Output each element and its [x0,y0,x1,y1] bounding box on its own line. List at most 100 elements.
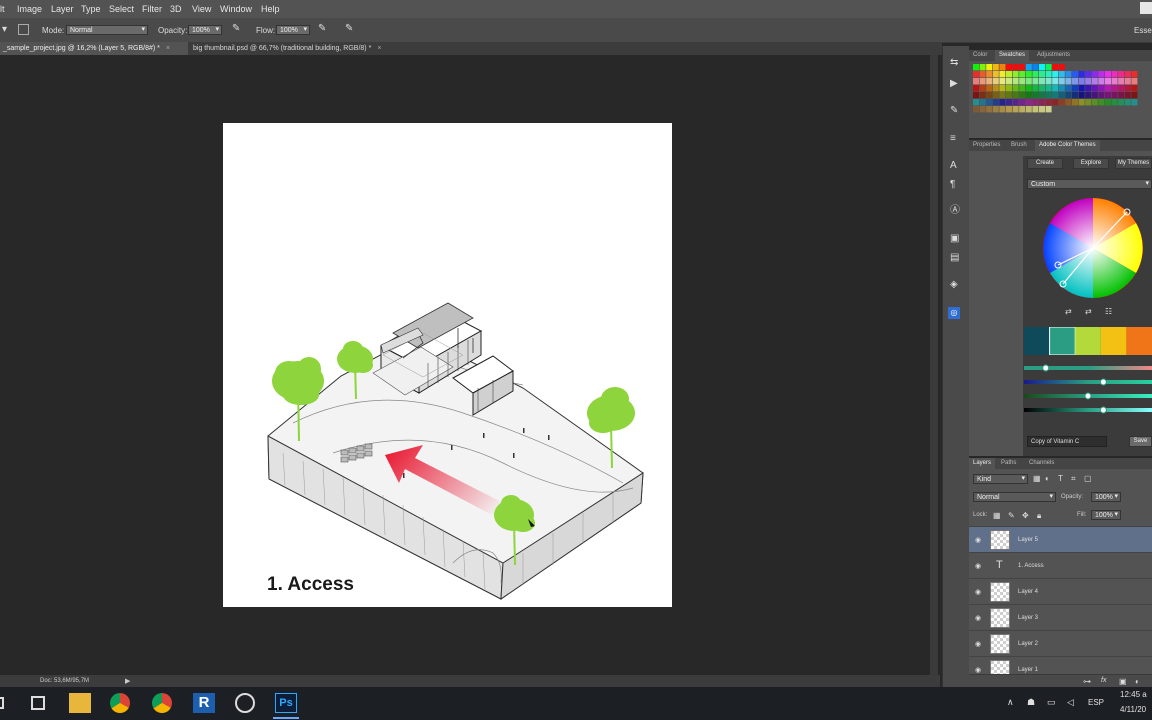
menu-help[interactable]: Help [261,4,280,14]
layer-name[interactable]: Layer 2 [1018,641,1038,647]
window-close-icon[interactable] [1140,2,1152,14]
tab-color[interactable]: Color [969,50,991,61]
menu-image[interactable]: Image [17,4,42,14]
filter-type-icon[interactable]: T [1058,474,1063,484]
canvas-scrollbar[interactable] [930,55,938,675]
subtab-explore[interactable]: Explore [1073,158,1109,169]
document-canvas[interactable]: 1. Access [223,123,672,607]
search-icon[interactable] [0,697,4,709]
obs-icon[interactable] [235,693,255,713]
glyphs-icon[interactable]: Ⓐ [950,206,960,216]
file-explorer-icon[interactable] [69,693,91,713]
chrome-icon[interactable] [110,693,130,713]
visibility-eye-icon[interactable]: ◉ [975,640,981,648]
tray-battery-icon[interactable]: ▭ [1047,697,1056,708]
layer-filter-kind[interactable]: Kind [973,474,1028,484]
mode-select[interactable]: Normal [66,25,148,35]
layer-row-layer-4[interactable]: ◉ Layer 4 [969,578,1152,604]
layer-name[interactable]: Layer 4 [1018,589,1038,595]
chrome-icon-2[interactable] [152,693,172,713]
layer-row-layer-1[interactable]: ◉ Layer 1 [969,656,1152,674]
tab-sample-project[interactable]: _sample_project.jpg @ 16,2% (Layer 5, RG… [0,42,188,55]
photoshop-icon[interactable]: Ps [275,693,297,713]
save-theme-button[interactable]: Save [1129,436,1152,447]
menu-3d[interactable]: 3D [170,4,182,14]
tab-adjustments[interactable]: Adjustments [1033,50,1074,61]
layer-opacity-field[interactable]: 100% [1091,492,1121,502]
layer-name[interactable]: Layer 3 [1018,615,1038,621]
tab-swatches[interactable]: Swatches [995,50,1030,61]
language-indicator[interactable]: ESP [1088,698,1104,707]
3d-icon[interactable]: ◈ [950,280,958,290]
subtab-my-themes[interactable]: My Themes [1115,158,1152,169]
harmony-icon[interactable]: ☷ [1105,307,1112,317]
clock-date[interactable]: 4/11/20 [1120,705,1146,714]
tray-volume-icon[interactable]: ◁ [1067,697,1074,708]
menu-window[interactable]: Window [220,4,252,14]
clock-time[interactable]: 12:45 a [1120,690,1147,699]
visibility-eye-icon[interactable]: ◉ [975,562,981,570]
theme-name-field[interactable]: Copy of Vitamin C [1027,436,1107,447]
menu-type[interactable]: Type [81,4,101,14]
close-icon[interactable]: × [377,45,381,52]
swap-left-icon[interactable]: ⇄ [1065,307,1072,317]
brush-tool-icon[interactable]: ▾ [2,25,7,35]
layer-row-layer-5[interactable]: ◉ Layer 5 [969,526,1152,552]
airbrush-icon[interactable]: ✎ [318,24,326,34]
flow-field[interactable]: 100% [276,25,310,35]
tray-network-icon[interactable]: ☗ [1027,697,1035,708]
visibility-eye-icon[interactable]: ◉ [975,614,981,622]
layer-name[interactable]: Layer 1 [1018,667,1038,673]
layer-name[interactable]: 1. Access [1018,563,1044,569]
extension-icon[interactable]: ◎ [948,307,960,319]
swap-right-icon[interactable]: ⇄ [1085,307,1092,317]
layer-row-1-access[interactable]: ◉ T 1. Access [969,552,1152,578]
tab-properties[interactable]: Properties [969,140,1004,151]
pressure-opacity-icon[interactable]: ✎ [232,24,240,34]
layer-name[interactable]: Layer 5 [1018,537,1038,543]
tab-channels[interactable]: Channels [1025,458,1058,469]
lock-all-icon[interactable]: 🔒︎ [1037,511,1041,521]
color-rule-select[interactable]: Custom [1027,179,1152,189]
menu-edit[interactable]: lt [0,4,5,14]
swatch-grid[interactable] [973,64,1148,134]
menu-select[interactable]: Select [109,4,134,14]
filter-shape-icon[interactable]: ⌗ [1071,474,1076,484]
notes-icon[interactable]: ▣ [950,234,959,244]
tray-chevron-icon[interactable]: ∧ [1007,697,1014,708]
paragraph-icon[interactable]: ¶ [950,180,955,190]
workspace-switcher[interactable]: Esse [1134,26,1152,35]
lock-pixels-icon[interactable]: ✎ [1008,511,1015,521]
color-sliders[interactable] [1024,362,1152,418]
tool-presets-icon[interactable]: ✎ [950,106,958,116]
tab-big-thumbnail[interactable]: big thumbnail.psd @ 66,7% (traditional b… [190,42,415,55]
brush-panel-toggle-icon[interactable] [18,24,29,35]
clone-source-icon[interactable]: ▤ [950,253,959,263]
filter-smart-object-icon[interactable]: ▢ [1084,474,1092,484]
pressure-size-icon[interactable]: ✎ [345,24,353,34]
tab-paths[interactable]: Paths [997,458,1020,469]
close-icon[interactable]: × [166,45,170,52]
menu-view[interactable]: View [192,4,211,14]
tab-layers[interactable]: Layers [969,458,996,469]
fx-icon[interactable]: fx [1101,677,1106,684]
lock-position-icon[interactable]: ✥ [1022,511,1029,521]
link-layers-icon[interactable]: ⊶ [1083,677,1091,687]
visibility-eye-icon[interactable]: ◉ [975,666,981,674]
menu-filter[interactable]: Filter [142,4,162,14]
filter-adjustment-icon[interactable]: ◐ [1045,474,1050,484]
filter-pixel-icon[interactable]: ▦ [1033,474,1041,484]
add-mask-icon[interactable]: ▣ [1119,677,1127,687]
opacity-field[interactable]: 100% [188,25,222,35]
fill-field[interactable]: 100% [1091,510,1121,520]
lock-transparent-icon[interactable]: ▦ [993,511,1001,521]
menu-layer[interactable]: Layer [51,4,74,14]
visibility-eye-icon[interactable]: ◉ [975,536,981,544]
tab-adobe-color-themes[interactable]: Adobe Color Themes [1035,140,1100,151]
tab-brush[interactable]: Brush [1007,140,1031,151]
revit-icon[interactable]: R [193,693,215,713]
visibility-eye-icon[interactable]: ◉ [975,588,981,596]
history-icon[interactable]: ⇆ [950,58,958,68]
task-view-icon[interactable] [31,696,45,710]
character-icon[interactable]: A [950,161,957,171]
